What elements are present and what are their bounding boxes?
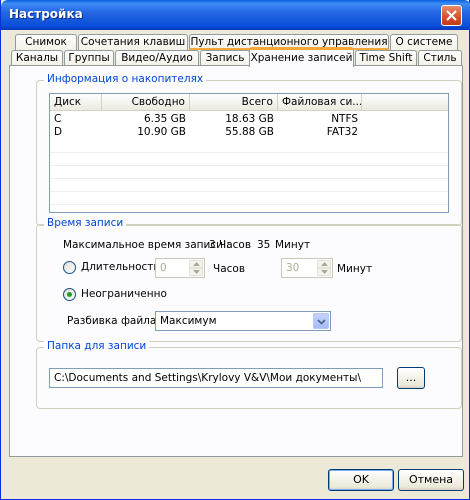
hours-unit-label: Часов bbox=[213, 263, 246, 275]
cell-free: 10.90 GB bbox=[137, 126, 186, 138]
arrow-down-icon bbox=[321, 270, 328, 274]
browse-folder-button[interactable]: ... bbox=[397, 367, 425, 389]
cell-filesystem: NTFS bbox=[331, 113, 358, 125]
table-row[interactable]: C 6.35 GB 18.63 GB NTFS bbox=[50, 113, 448, 126]
grid-line bbox=[50, 165, 448, 166]
spin-up-button[interactable] bbox=[189, 260, 203, 268]
tab-snapshot[interactable]: Снимок bbox=[15, 34, 77, 50]
grid-line bbox=[50, 152, 448, 153]
tab-style[interactable]: Стиль bbox=[418, 50, 462, 66]
tab-channels[interactable]: Каналы bbox=[11, 50, 63, 66]
record-folder-path-field[interactable] bbox=[50, 369, 382, 387]
unlimited-label[interactable]: Неограниченно bbox=[81, 288, 167, 300]
cancel-button[interactable]: Отмена bbox=[398, 469, 464, 491]
duration-radio[interactable] bbox=[63, 261, 76, 274]
unlimited-radio[interactable] bbox=[63, 288, 76, 301]
tab-about[interactable]: О системе bbox=[390, 34, 458, 50]
storage-info-group: Информация о накопителях Диск Свободно В… bbox=[36, 73, 462, 226]
spin-down-button[interactable] bbox=[189, 268, 203, 276]
cell-free: 6.35 GB bbox=[143, 113, 186, 125]
record-folder-path-input[interactable] bbox=[49, 368, 383, 388]
grid-line bbox=[50, 204, 448, 205]
duration-label[interactable]: Длительность bbox=[81, 261, 160, 273]
cell-total: 55.88 GB bbox=[225, 126, 274, 138]
col-free[interactable]: Свободно bbox=[102, 94, 190, 111]
storage-info-title: Информация о накопителях bbox=[44, 73, 207, 85]
duration-minutes-spinner[interactable]: 30 bbox=[281, 258, 333, 278]
split-file-select[interactable]: Максимум bbox=[155, 311, 331, 331]
col-total[interactable]: Всего bbox=[190, 94, 278, 111]
tab-groups[interactable]: Группы bbox=[64, 50, 114, 66]
chevron-down-icon bbox=[317, 319, 326, 325]
tab-storage[interactable]: Хранение записей bbox=[249, 47, 354, 67]
max-minutes-value: 35 bbox=[257, 239, 271, 251]
tab-video-audio[interactable]: Видео/Аудио bbox=[115, 50, 199, 66]
arrow-up-icon bbox=[321, 262, 328, 266]
drives-list-header: Диск Свободно Всего Файловая си... bbox=[50, 94, 448, 111]
split-file-value: Максимум bbox=[160, 315, 217, 327]
tab-hotkeys[interactable]: Сочетания клавиш bbox=[78, 34, 188, 50]
arrow-up-icon bbox=[193, 262, 200, 266]
tab-timeshift[interactable]: Time Shift bbox=[355, 50, 417, 66]
record-time-title: Время записи bbox=[44, 217, 127, 229]
max-minutes-word: Минут bbox=[275, 239, 311, 251]
spin-down-button[interactable] bbox=[317, 268, 331, 276]
duration-hours-spinner[interactable]: 0 bbox=[155, 258, 205, 278]
record-folder-title: Папка для записи bbox=[44, 340, 150, 352]
max-record-label: Максимальное время записи : bbox=[63, 239, 230, 251]
minutes-unit-label: Минут bbox=[337, 263, 373, 275]
duration-minutes-value: 30 bbox=[286, 262, 300, 274]
arrow-down-icon bbox=[193, 270, 200, 274]
spin-up-button[interactable] bbox=[317, 260, 331, 268]
close-icon bbox=[446, 10, 457, 21]
grid-line bbox=[50, 191, 448, 192]
settings-window: Настройка Снимок Сочетания клавиш Пульт … bbox=[0, 0, 470, 500]
col-disk[interactable]: Диск bbox=[50, 94, 102, 111]
spinner-buttons bbox=[317, 260, 331, 276]
split-file-dropdown-button[interactable] bbox=[313, 313, 329, 329]
table-row[interactable]: D 10.90 GB 55.88 GB FAT32 bbox=[50, 126, 448, 139]
cell-disk: D bbox=[54, 126, 63, 138]
tab-recording[interactable]: Запись bbox=[200, 50, 250, 66]
cell-filesystem: FAT32 bbox=[326, 126, 358, 138]
grid-line bbox=[50, 178, 448, 179]
spinner-buttons bbox=[189, 260, 203, 276]
duration-hours-value: 0 bbox=[160, 262, 167, 274]
record-time-group: Время записи Максимальное время записи :… bbox=[36, 217, 462, 342]
drives-list[interactable]: Диск Свободно Всего Файловая си... C 6.3… bbox=[49, 93, 449, 213]
title-bar[interactable]: Настройка bbox=[1, 0, 470, 30]
max-hours-word: Часов bbox=[219, 239, 252, 251]
cell-disk: C bbox=[54, 113, 62, 125]
cell-total: 18.63 GB bbox=[225, 113, 274, 125]
ok-button[interactable]: OK bbox=[328, 469, 394, 491]
split-file-label: Разбивка файла bbox=[67, 315, 157, 327]
col-filesystem[interactable]: Файловая си... bbox=[278, 94, 362, 111]
tab-panel-storage: Информация о накопителях Диск Свободно В… bbox=[9, 65, 463, 457]
close-button[interactable] bbox=[441, 5, 462, 26]
window-title: Настройка bbox=[9, 7, 83, 21]
max-hours-value: 3 bbox=[209, 239, 216, 251]
record-folder-group: Папка для записи ... bbox=[36, 340, 462, 409]
